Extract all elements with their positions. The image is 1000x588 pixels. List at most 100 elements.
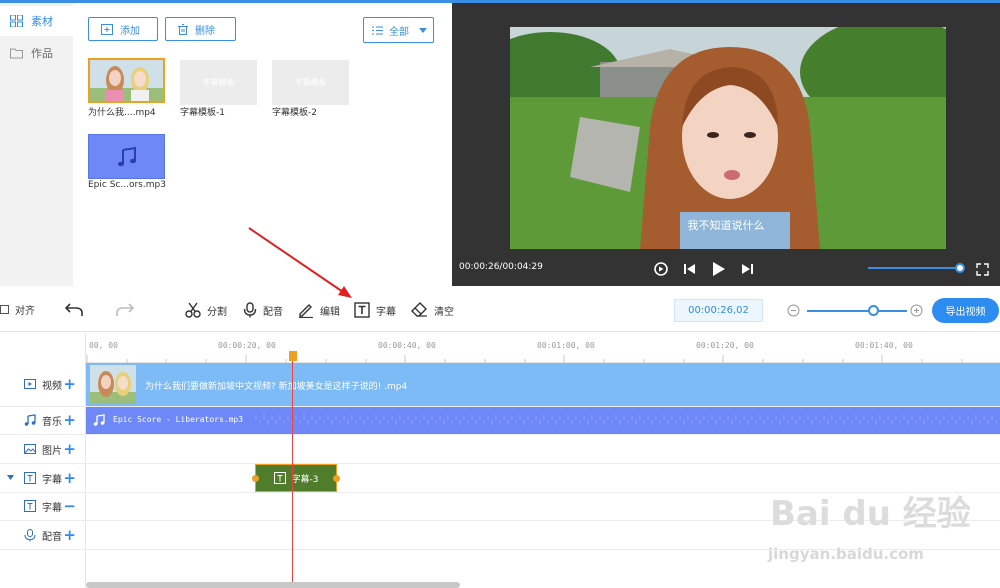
add-subtitle-button[interactable]: + [63, 469, 76, 487]
nav-item-label: 素材 [31, 15, 53, 28]
playhead-handle[interactable] [289, 351, 297, 361]
align-label: 对齐 [15, 306, 35, 317]
eraser-icon [411, 302, 427, 317]
ruler-ticks [86, 355, 963, 363]
edit-button[interactable]: 编辑 [298, 302, 340, 318]
media-caption: Epic Sc...ors.mp3 [88, 180, 166, 190]
subtitle-button[interactable]: 字幕 [354, 302, 396, 318]
track-label-text: 配音 [42, 531, 62, 543]
add-music-button[interactable]: + [63, 411, 76, 429]
zoom-out-icon[interactable] [787, 304, 800, 317]
video-preview: 我不知道说什么 00:00:26/00:04:29 [452, 3, 1000, 286]
nav-item-works[interactable]: 作品 [0, 38, 73, 68]
volume-slider[interactable] [868, 267, 961, 269]
split-label: 分割 [207, 306, 227, 318]
add-video-button[interactable]: + [63, 375, 76, 393]
template-text: 字幕模板 [202, 78, 235, 87]
trash-icon [178, 23, 188, 35]
track-label-image: 图片 + [0, 435, 86, 463]
text-box-icon [354, 302, 370, 318]
track-label-dub: 配音 + [0, 521, 86, 549]
media-caption: 字幕模板-2 [272, 108, 317, 118]
add-file-icon [101, 23, 113, 35]
track-label-text: 图片 [42, 445, 62, 457]
subtitle-label: 字幕 [376, 306, 396, 318]
filter-select[interactable]: 全部 [363, 17, 434, 43]
edit-toolbar: 对齐 分割 配音 编辑 字幕 清空 00:00:26,02 导出视频 [0, 288, 1000, 332]
media-item-audio[interactable] [88, 134, 165, 179]
clear-label: 清空 [434, 306, 454, 318]
microphone-icon [24, 528, 36, 541]
previous-icon[interactable] [683, 261, 697, 277]
nav-item-label: 作品 [31, 47, 53, 60]
music-note-icon [93, 414, 105, 426]
video-clip-thumbnail [90, 365, 136, 404]
next-icon[interactable] [740, 261, 754, 277]
folder-icon [10, 48, 23, 59]
play-icon[interactable] [710, 261, 726, 277]
chevron-down-icon [419, 28, 427, 33]
track-label-text: 字幕 [42, 502, 62, 514]
music-note-icon [117, 146, 136, 166]
zoom-slider-handle[interactable] [868, 305, 879, 316]
checkbox-icon [0, 305, 9, 314]
music-note-icon [24, 414, 36, 426]
split-button[interactable]: 分割 [185, 302, 227, 318]
clear-button[interactable]: 清空 [411, 302, 454, 318]
track-label-subtitle-2: 字幕 − [0, 492, 86, 520]
subtitle-clip-right-handle[interactable] [333, 475, 340, 482]
video-clip[interactable]: 为什么我们要做新加坡中文视频? 新加坡美女是这样子说的! .mp4 [86, 363, 1000, 406]
export-video-button[interactable]: 导出视频 [932, 298, 999, 323]
delete-button-label: 删除 [195, 25, 215, 37]
text-box-icon [24, 500, 36, 512]
template-text: 字幕模板 [294, 78, 327, 87]
media-item-video[interactable] [88, 58, 165, 103]
redo-icon[interactable] [116, 301, 134, 317]
subtitle-clip[interactable]: 字幕-3 [255, 464, 337, 492]
video-frame[interactable] [510, 27, 946, 249]
text-box-icon [273, 472, 286, 484]
baidu-watermark-url: jingyan.baidu.com [768, 545, 924, 563]
microphone-icon [243, 302, 257, 318]
video-icon [24, 379, 36, 389]
grid-icon [10, 15, 23, 27]
video-frame-image [510, 27, 946, 249]
add-image-button[interactable]: + [63, 440, 76, 458]
current-time-field[interactable]: 00:00:26,02 [674, 299, 763, 322]
volume-slider-handle[interactable] [955, 263, 965, 273]
zoom-slider[interactable] [807, 310, 907, 312]
track-divider [0, 434, 1000, 435]
track-label-text: 字幕 [42, 474, 62, 486]
dub-button[interactable]: 配音 [243, 302, 283, 318]
fullscreen-icon[interactable] [976, 263, 989, 276]
align-toggle[interactable]: 对齐 [0, 302, 35, 317]
caret-down-icon[interactable] [7, 475, 14, 480]
timeline-ruler[interactable]: 00, 00 00:00:20, 00 00:00:40, 00 00:01:0… [86, 333, 1000, 363]
image-icon [24, 444, 36, 454]
remove-subtitle-button[interactable]: − [63, 497, 76, 515]
timeline-scrollbar[interactable] [86, 582, 460, 588]
track-label-subtitle: 字幕 + [0, 464, 86, 492]
subtitle-clip-left-handle[interactable] [252, 475, 259, 482]
add-button-label: 添加 [120, 25, 140, 37]
scissors-icon [185, 302, 201, 318]
media-item-template-1[interactable]: 字幕模板 [180, 60, 257, 105]
dub-label: 配音 [263, 306, 283, 318]
media-item-template-2[interactable]: 字幕模板 [272, 60, 349, 105]
audio-clip[interactable]: Epic Score - Liberators.mp3 [86, 407, 1000, 434]
undo-icon[interactable] [65, 301, 83, 317]
track-label-video: 视频 + [0, 370, 86, 398]
subtitle-clip-name: 字幕-3 [291, 474, 319, 485]
replay-icon[interactable] [653, 261, 669, 277]
video-clip-name: 为什么我们要做新加坡中文视频? 新加坡美女是这样子说的! .mp4 [145, 382, 408, 392]
add-dub-button[interactable]: + [63, 526, 76, 544]
track-label-music: 音乐 + [0, 406, 86, 434]
add-button[interactable]: 添加 [88, 17, 158, 41]
nav-item-materials[interactable]: 素材 [0, 6, 73, 36]
left-nav: 素材 作品 [0, 3, 73, 286]
zoom-in-icon[interactable] [910, 304, 923, 317]
media-caption: 为什么我....mp4 [88, 108, 156, 118]
edit-label: 编辑 [320, 306, 340, 318]
video-thumbnail [90, 60, 163, 101]
delete-button[interactable]: 删除 [165, 17, 236, 41]
